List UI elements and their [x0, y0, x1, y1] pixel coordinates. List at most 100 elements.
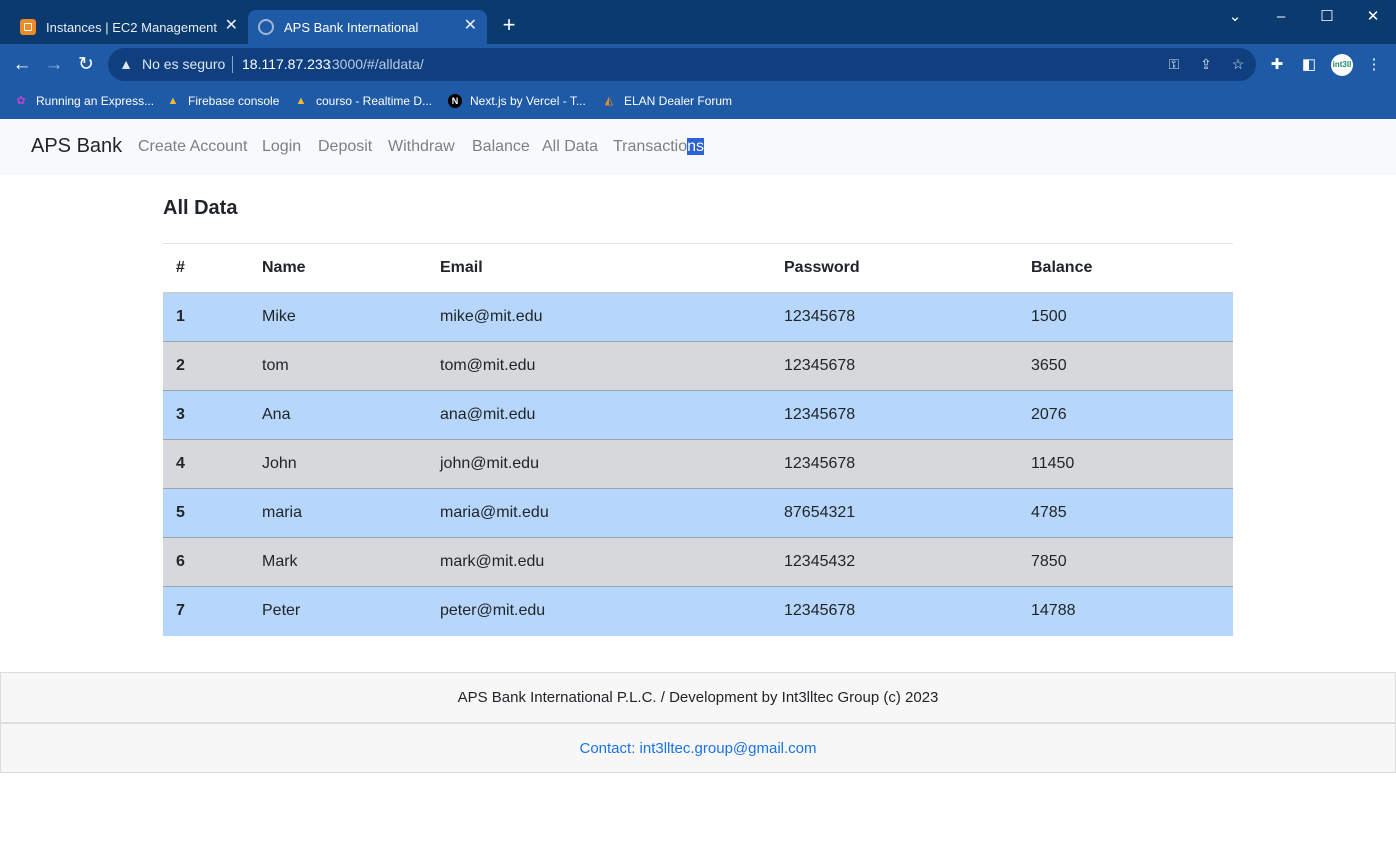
- bookmark-item[interactable]: ✿ Running an Express...: [14, 91, 154, 111]
- extensions-icon[interactable]: ✚: [1267, 55, 1287, 75]
- globe-icon: [258, 19, 274, 35]
- cell-name: Peter: [262, 602, 301, 620]
- bookmark-item[interactable]: ▲ Firebase console: [166, 91, 280, 111]
- bookmark-label: Running an Express...: [36, 94, 155, 108]
- nav-transactions-text: Transactio: [613, 138, 688, 155]
- warning-icon[interactable]: ▲: [118, 55, 134, 73]
- cell-email: maria@mit.edu: [440, 488, 784, 538]
- cell-index: 1: [163, 292, 262, 342]
- tab-ec2-instances[interactable]: Instances | EC2 Management Console ✕: [10, 10, 248, 44]
- star-icon[interactable]: ☆: [1229, 55, 1247, 73]
- all-data-table: # Name Email Password Balance 1 Mike mik…: [163, 243, 1233, 636]
- page-footer: APS Bank International P.L.C. / Developm…: [0, 672, 1396, 773]
- forward-arrow-icon[interactable]: →: [42, 53, 66, 77]
- back-arrow-icon[interactable]: ←: [10, 53, 34, 77]
- table-row: 2 tom tom@mit.edu 12345678 3650: [163, 341, 1233, 391]
- reload-icon[interactable]: ↻: [74, 53, 98, 77]
- bookmark-label: courso - Realtime D...: [316, 94, 433, 108]
- bookmark-item[interactable]: N Next.js by Vercel - T...: [448, 91, 586, 111]
- tab-title: Instances | EC2 Management Console: [46, 19, 218, 35]
- url-path[interactable]: :3000/#/alldata/: [328, 56, 424, 72]
- nav-transactions[interactable]: Transactions: [613, 138, 705, 156]
- cell-email: mark@mit.edu: [440, 537, 784, 587]
- security-label[interactable]: No es seguro: [142, 56, 225, 72]
- address-bar[interactable]: ▲ No es seguro 18.117.87.233 :3000/#/all…: [108, 48, 1256, 81]
- column-header-name: Name: [262, 243, 440, 294]
- bookmark-label: Firebase console: [188, 94, 280, 108]
- cell-password: 12345678: [784, 390, 1031, 440]
- bookmark-item[interactable]: ◭ ELAN Dealer Forum: [602, 91, 732, 111]
- footer-contact-row: Contact: int3lltec.group@gmail.com: [1, 724, 1395, 772]
- column-header-index: #: [163, 243, 262, 294]
- app-navbar: APS Bank Create Account Login Deposit Wi…: [0, 119, 1396, 175]
- maximize-button[interactable]: ☐: [1312, 6, 1342, 28]
- cell-name: tom: [262, 341, 440, 391]
- bookmark-label: ELAN Dealer Forum: [624, 94, 733, 108]
- cell-password: 87654321: [784, 488, 1031, 538]
- cell-name: Mike: [262, 292, 440, 342]
- data-table-container: # Name Email Password Balance 1 Mike mik…: [163, 243, 1233, 636]
- cell-name: maria: [262, 488, 440, 538]
- cell-balance: 14788: [1031, 602, 1076, 620]
- cell-index: 7: [176, 602, 185, 620]
- cell-password: 12345678: [784, 602, 856, 620]
- cell-password: 12345678: [784, 439, 1031, 489]
- profile-avatar[interactable]: int3ll: [1331, 54, 1353, 76]
- menu-kebab-icon[interactable]: ⋮: [1364, 55, 1384, 75]
- gear-icon: ✿: [16, 95, 26, 107]
- cell-password: 12345678: [784, 341, 1031, 391]
- text-selection: ns: [687, 138, 705, 155]
- table-row: 5 maria maria@mit.edu 87654321 4785: [163, 488, 1233, 538]
- cell-password: 12345432: [784, 537, 1031, 587]
- nav-all-data[interactable]: All Data: [542, 138, 598, 156]
- cell-email: tom@mit.edu: [440, 341, 784, 391]
- key-icon[interactable]: ⚿: [1165, 55, 1183, 73]
- new-tab-button[interactable]: +: [498, 14, 520, 36]
- cell-email: john@mit.edu: [440, 439, 784, 489]
- minimize-button[interactable]: –: [1266, 6, 1296, 28]
- nav-balance[interactable]: Balance: [472, 138, 530, 156]
- close-icon[interactable]: ✕: [225, 18, 238, 34]
- footer-copyright: APS Bank International P.L.C. / Developm…: [1, 673, 1395, 724]
- cell-balance: 1500: [1031, 292, 1233, 342]
- share-icon[interactable]: ⇪: [1197, 55, 1215, 73]
- cell-email: mike@mit.edu: [440, 292, 784, 342]
- cell-index: 3: [163, 390, 262, 440]
- close-icon[interactable]: ✕: [464, 18, 477, 34]
- cell-name: Ana: [262, 390, 440, 440]
- brand-link[interactable]: APS Bank: [31, 135, 122, 158]
- table-header-row: # Name Email Password Balance: [163, 243, 1233, 294]
- side-panel-icon[interactable]: ◧: [1299, 55, 1319, 75]
- cell-index: 4: [163, 439, 262, 489]
- fire-icon: ▲: [295, 95, 307, 107]
- cell-index: 2: [163, 341, 262, 391]
- cell-balance: 3650: [1031, 341, 1233, 391]
- nav-create-account[interactable]: Create Account: [138, 138, 247, 156]
- table-row: 7 Peter peter@mit.edu 12345678 14788: [163, 586, 1233, 636]
- cell-name: John: [262, 439, 440, 489]
- url-host[interactable]: 18.117.87.233: [242, 56, 331, 72]
- column-header-email: Email: [440, 243, 784, 294]
- bookmark-label: Next.js by Vercel - T...: [470, 94, 586, 108]
- chevron-down-icon[interactable]: ⌄: [1220, 6, 1250, 28]
- bookmark-item[interactable]: ▲ courso - Realtime D...: [294, 91, 433, 111]
- contact-email-link[interactable]: Contact: int3lltec.group@gmail.com: [580, 740, 817, 757]
- nav-login[interactable]: Login: [262, 138, 301, 156]
- table-row: 3 Ana ana@mit.edu 12345678 2076: [163, 390, 1233, 440]
- column-header-balance: Balance: [1031, 243, 1233, 294]
- cell-email: peter@mit.edu: [440, 602, 546, 620]
- elan-icon: ◭: [604, 95, 614, 107]
- cell-balance: 7850: [1031, 537, 1233, 587]
- table-row: 1 Mike mike@mit.edu 12345678 1500: [163, 292, 1233, 342]
- tab-aps-bank[interactable]: APS Bank International ✕: [248, 10, 487, 44]
- cell-name: Mark: [262, 537, 440, 587]
- browser-toolbar: ← → ↻ ▲ No es seguro 18.117.87.233 :3000…: [0, 44, 1396, 85]
- nav-deposit[interactable]: Deposit: [318, 138, 372, 156]
- window-close-button[interactable]: ✕: [1358, 6, 1388, 28]
- nav-withdraw[interactable]: Withdraw: [388, 138, 455, 156]
- cell-balance: 11450: [1031, 439, 1233, 489]
- browser-titlebar: Instances | EC2 Management Console ✕ APS…: [0, 0, 1396, 44]
- tab-title: APS Bank International: [284, 19, 419, 35]
- aws-icon: [20, 19, 36, 35]
- table-row: 6 Mark mark@mit.edu 12345432 7850: [163, 537, 1233, 587]
